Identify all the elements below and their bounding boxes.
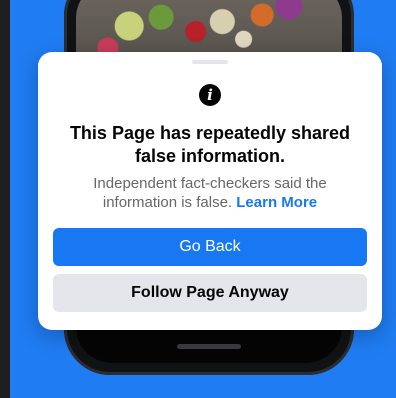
dialog-title: This Page has repeatedly shared false in… [69, 123, 351, 166]
follow-page-anyway-button[interactable]: Follow Page Anyway [53, 274, 367, 312]
go-back-button[interactable]: Go Back [53, 228, 367, 266]
dialog-subtitle: Independent fact-checkers said the infor… [62, 174, 358, 212]
learn-more-link[interactable]: Learn More [236, 194, 317, 211]
warning-dialog: i This Page has repeatedly shared false … [38, 52, 382, 330]
info-icon: i [199, 84, 221, 106]
home-indicator [177, 344, 241, 349]
background: i This Page has repeatedly shared false … [10, 0, 396, 398]
sheet-grabber[interactable] [192, 60, 228, 64]
